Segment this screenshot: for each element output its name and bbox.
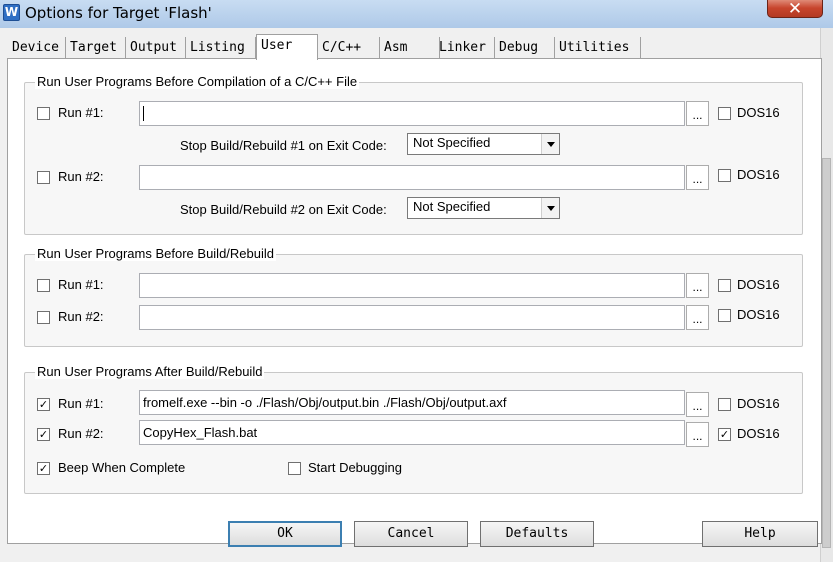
- after-build-group: Run User Programs After Build/Rebuild ✓ …: [24, 364, 803, 494]
- run2-checkbox[interactable]: ✓: [37, 428, 50, 441]
- tab-label: Device: [12, 40, 59, 55]
- run2-checkbox[interactable]: [37, 171, 50, 184]
- run1-dos16-checkbox[interactable]: [718, 107, 731, 120]
- run2-browse-button[interactable]: ...: [686, 305, 709, 330]
- run2-label: Run #2:: [58, 169, 104, 184]
- run1-browse-button[interactable]: ...: [686, 101, 709, 126]
- dialog-client: Device Target Output Listing User C/C++ …: [0, 28, 833, 562]
- tab-label: Output: [130, 40, 177, 55]
- run1-dos16-checkbox[interactable]: [718, 279, 731, 292]
- select-value: Not Specified: [413, 199, 491, 214]
- group-title: Run User Programs Before Build/Rebuild: [35, 246, 276, 261]
- group-title: Run User Programs Before Compilation of …: [35, 74, 360, 89]
- tab-linker[interactable]: Linker: [435, 37, 495, 59]
- tab-utilities[interactable]: Utilities: [555, 37, 641, 59]
- chevron-down-icon[interactable]: [541, 198, 559, 218]
- run2-command-field[interactable]: CopyHex_Flash.bat: [139, 420, 685, 445]
- tab-asm[interactable]: Asm: [380, 37, 440, 59]
- tab-label: Target: [70, 40, 117, 55]
- run1-command-field[interactable]: fromelf.exe --bin -o ./Flash/Obj/output.…: [139, 390, 685, 415]
- tab-label: Listing: [190, 40, 245, 55]
- run2-dos16-label: DOS16: [737, 167, 780, 182]
- run1-checkbox[interactable]: [37, 279, 50, 292]
- run1-dos16-label: DOS16: [737, 396, 780, 411]
- run2-command-field[interactable]: [139, 305, 685, 330]
- run2-dos16-checkbox[interactable]: [718, 169, 731, 182]
- stop1-exit-code-select[interactable]: Not Specified: [407, 133, 560, 155]
- tab-debug[interactable]: Debug: [495, 37, 555, 59]
- run1-command-field[interactable]: [139, 101, 685, 126]
- tab-label: Utilities: [559, 40, 630, 55]
- start-debugging-checkbox[interactable]: [288, 462, 301, 475]
- tab-label: User: [261, 38, 293, 53]
- beep-checkbox[interactable]: ✓: [37, 462, 50, 475]
- tab-target[interactable]: Target: [66, 37, 126, 59]
- tab-user[interactable]: User: [256, 34, 318, 60]
- app-icon: W: [3, 4, 20, 21]
- tab-listing[interactable]: Listing: [186, 37, 256, 59]
- tab-device[interactable]: Device: [8, 37, 66, 59]
- scrollbar-thumb[interactable]: [822, 158, 831, 548]
- stop1-label: Stop Build/Rebuild #1 on Exit Code:: [180, 138, 387, 153]
- cancel-button[interactable]: Cancel: [354, 521, 468, 547]
- group-title: Run User Programs After Build/Rebuild: [35, 364, 265, 379]
- tab-c-cpp[interactable]: C/C++: [318, 37, 380, 59]
- ok-button[interactable]: OK: [228, 521, 342, 547]
- tab-label: C/C++: [322, 40, 362, 55]
- run1-dos16-checkbox[interactable]: [718, 398, 731, 411]
- before-compile-group: Run User Programs Before Compilation of …: [24, 74, 803, 235]
- run2-label: Run #2:: [58, 309, 104, 324]
- run2-checkbox[interactable]: [37, 311, 50, 324]
- close-button[interactable]: ✕: [767, 0, 823, 19]
- run1-dos16-label: DOS16: [737, 277, 780, 292]
- run2-browse-button[interactable]: ...: [686, 422, 709, 447]
- run1-checkbox[interactable]: ✓: [37, 398, 50, 411]
- window-title: Options for Target 'Flash': [25, 4, 212, 22]
- run2-dos16-label: DOS16: [737, 426, 780, 441]
- help-button[interactable]: Help: [702, 521, 818, 547]
- run2-label: Run #2:: [58, 426, 104, 441]
- tab-label: Debug: [499, 40, 539, 55]
- run1-browse-button[interactable]: ...: [686, 273, 709, 298]
- start-debugging-label: Start Debugging: [308, 460, 402, 475]
- run1-label: Run #1:: [58, 105, 104, 120]
- chevron-down-icon[interactable]: [541, 134, 559, 154]
- select-value: Not Specified: [413, 135, 491, 150]
- run1-label: Run #1:: [58, 396, 104, 411]
- stop2-exit-code-select[interactable]: Not Specified: [407, 197, 560, 219]
- defaults-button[interactable]: Defaults: [480, 521, 594, 547]
- run2-dos16-checkbox[interactable]: [718, 309, 731, 322]
- tab-label: Asm: [384, 40, 408, 55]
- run2-dos16-checkbox[interactable]: ✓: [718, 428, 731, 441]
- run1-browse-button[interactable]: ...: [686, 392, 709, 417]
- run1-command-field[interactable]: [139, 273, 685, 298]
- beep-label: Beep When Complete: [58, 460, 186, 475]
- run1-label: Run #1:: [58, 277, 104, 292]
- before-build-group: Run User Programs Before Build/Rebuild R…: [24, 246, 803, 347]
- run2-command-field[interactable]: [139, 165, 685, 190]
- tab-label: Linker: [439, 40, 486, 55]
- title-bar: W Options for Target 'Flash' ✕: [0, 0, 833, 28]
- run1-checkbox[interactable]: [37, 107, 50, 120]
- run2-dos16-label: DOS16: [737, 307, 780, 322]
- stop2-label: Stop Build/Rebuild #2 on Exit Code:: [180, 202, 387, 217]
- user-tab-panel: Run User Programs Before Compilation of …: [7, 58, 822, 544]
- tab-output[interactable]: Output: [126, 37, 186, 59]
- run2-browse-button[interactable]: ...: [686, 165, 709, 190]
- run1-dos16-label: DOS16: [737, 105, 780, 120]
